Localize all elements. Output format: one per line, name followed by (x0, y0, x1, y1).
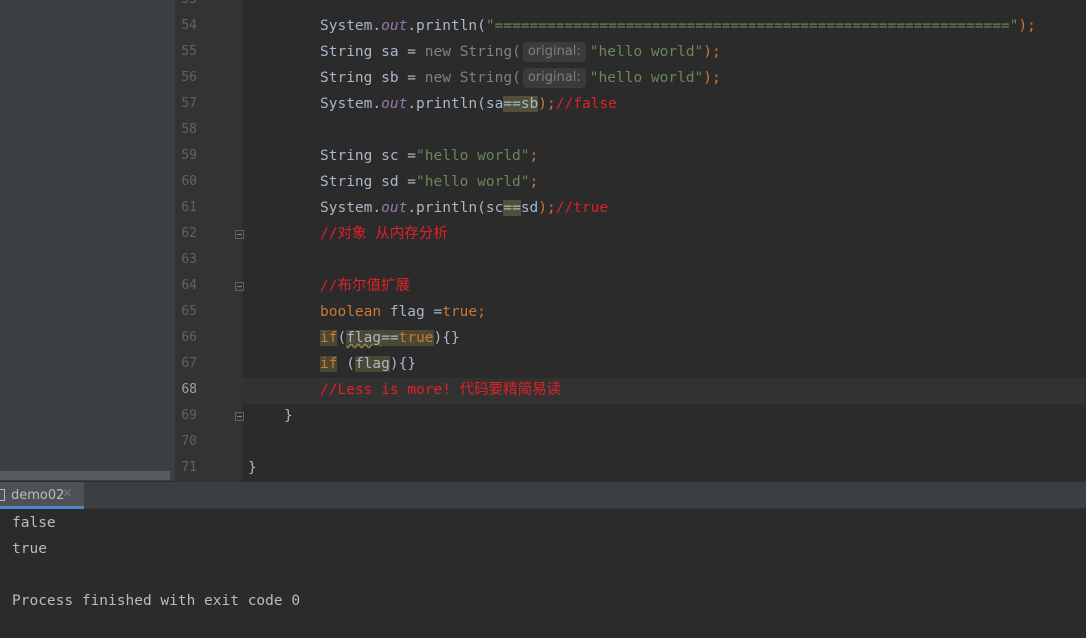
console-line: false (12, 515, 56, 531)
code-line-54[interactable]: System.out.println("====================… (320, 13, 1036, 39)
code-line-67[interactable]: if (flag){} (320, 351, 416, 377)
run-config-icon (0, 489, 5, 501)
run-console-output[interactable]: false true Process finished with exit co… (0, 509, 1086, 638)
code-line-59[interactable]: String sc ="hello world"; (320, 143, 538, 169)
line-number: 55 (181, 44, 197, 59)
line-number: 60 (181, 174, 197, 189)
run-tab-label: demo02 (11, 488, 65, 503)
line-number: 61 (181, 200, 197, 215)
line-number: 62 (181, 226, 197, 241)
code-line-57[interactable]: System.out.println(sa==sb);//false (320, 91, 617, 117)
project-sidebar (0, 0, 175, 481)
line-number: 56 (181, 70, 197, 85)
code-line-65[interactable]: boolean flag =true; (320, 299, 486, 325)
line-number: 59 (181, 148, 197, 163)
line-number: 53 (175, 0, 197, 13)
code-line-68-comment[interactable]: //Less is more! 代码要精简易读 (320, 377, 561, 403)
fold-marker-icon[interactable] (235, 412, 244, 421)
console-line: Process finished with exit code 0 (12, 593, 301, 609)
parameter-hint: original: (522, 42, 586, 62)
parameter-hint: original: (522, 68, 586, 88)
line-number: 63 (181, 252, 197, 267)
line-number: 67 (181, 356, 197, 371)
code-line-71-closing-brace[interactable]: } (248, 455, 257, 481)
code-line-56[interactable]: String sb = new String(original: "hello w… (320, 65, 721, 91)
line-number: 64 (181, 278, 197, 293)
code-line-64-comment[interactable]: //布尔值扩展 (320, 273, 410, 299)
run-tool-window-header: demo02 × (0, 481, 1086, 509)
console-line: true (12, 541, 47, 557)
line-number: 71 (181, 460, 197, 475)
line-number: 69 (181, 408, 197, 423)
code-line-61[interactable]: System.out.println(sc==sd);//true (320, 195, 608, 221)
line-number: 54 (181, 18, 197, 33)
fold-marker-icon[interactable] (235, 282, 244, 291)
code-line-69-closing-brace[interactable]: } (284, 403, 293, 429)
fold-marker-icon[interactable] (235, 230, 244, 239)
line-number: 57 (181, 96, 197, 111)
code-line-66[interactable]: if(flag==true){} (320, 325, 460, 351)
code-line-60[interactable]: String sd ="hello world"; (320, 169, 538, 195)
sidebar-horizontal-scrollbar[interactable] (0, 471, 170, 480)
line-number-current: 68 (181, 382, 197, 397)
code-line-62-comment[interactable]: //对象 从内存分析 (320, 221, 448, 247)
run-tab-demo02[interactable]: demo02 × (0, 482, 84, 509)
line-number: 65 (181, 304, 197, 319)
line-number: 66 (181, 330, 197, 345)
code-line-55[interactable]: String sa = new String(original: "hello w… (320, 39, 721, 65)
line-number: 58 (181, 122, 197, 137)
line-number: 70 (181, 434, 197, 449)
close-icon[interactable]: × (62, 486, 73, 501)
